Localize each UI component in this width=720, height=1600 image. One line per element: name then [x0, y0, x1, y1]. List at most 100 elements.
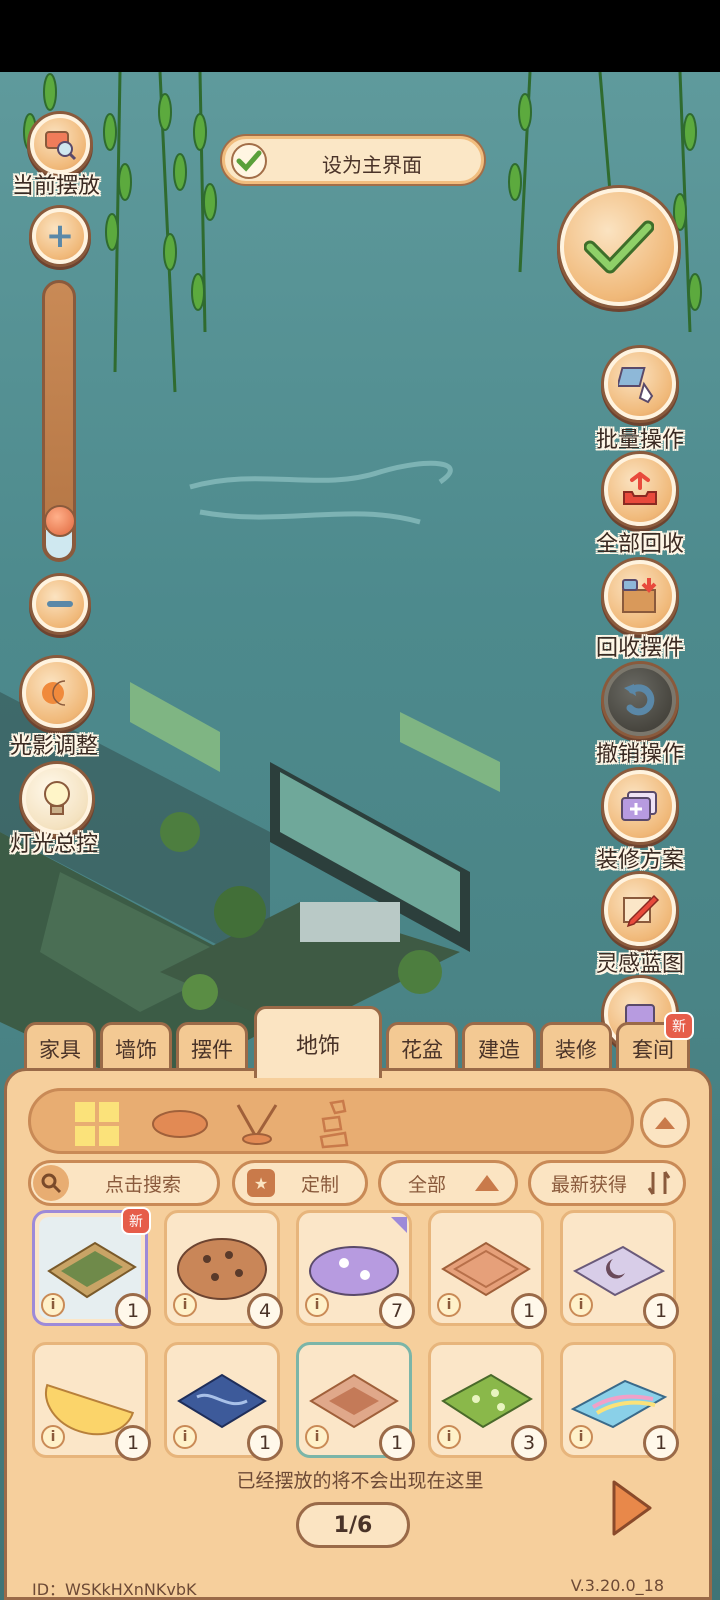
- item-card[interactable]: 新 i 1: [32, 1207, 151, 1329]
- batch-select-icon: [618, 367, 654, 404]
- recycle-all-button[interactable]: [604, 454, 676, 526]
- decoration-plans-label: 装修方案: [596, 848, 685, 873]
- info-icon[interactable]: i: [173, 1425, 197, 1449]
- custom-filter-label: 定制: [300, 1173, 339, 1196]
- rug-category-icon[interactable]: [149, 1099, 211, 1149]
- info-icon[interactable]: i: [437, 1425, 461, 1449]
- recycle-all-label: 全部回收: [596, 532, 685, 557]
- search-icon: [33, 1165, 69, 1201]
- undo-icon: [624, 684, 655, 716]
- item-card[interactable]: i 1: [32, 1342, 151, 1461]
- sort-label: 最新获得: [550, 1173, 627, 1196]
- new-badge: 新: [664, 1012, 694, 1040]
- item-count: 1: [511, 1293, 547, 1329]
- info-icon[interactable]: i: [569, 1293, 593, 1317]
- item-count: 3: [511, 1425, 547, 1461]
- collapse-panel-button[interactable]: [640, 1098, 690, 1148]
- all-filter-label: 全部: [407, 1173, 446, 1196]
- batch-operation-button[interactable]: [604, 348, 676, 420]
- sort-order-icon: [647, 1171, 671, 1195]
- search-input[interactable]: 点击搜索: [28, 1160, 220, 1206]
- new-badge: 新: [121, 1207, 151, 1235]
- undo-label: 撤销操作: [596, 742, 685, 767]
- triangle-up-icon: [655, 1117, 675, 1129]
- plus-icon: +: [45, 216, 75, 256]
- player-id: ID：WSKkHXnNKvbK: [32, 1580, 197, 1599]
- tab-flowerpots[interactable]: 花盆: [386, 1022, 458, 1072]
- checkmark-icon: [584, 220, 654, 274]
- item-count: 1: [643, 1425, 679, 1461]
- info-icon[interactable]: i: [437, 1293, 461, 1317]
- version-label: V.3.20.0_18: [570, 1576, 664, 1595]
- inspiration-blueprint-label: 灵感蓝图: [596, 952, 685, 977]
- item-card[interactable]: i 1: [164, 1342, 283, 1461]
- all-filter-dropdown[interactable]: 全部: [378, 1160, 518, 1206]
- light-shadow-button[interactable]: [22, 658, 92, 728]
- item-card[interactable]: i 1: [560, 1210, 679, 1329]
- next-arrow-icon: [612, 1480, 652, 1536]
- subcategory-bar: [28, 1088, 634, 1154]
- all-grid-icon[interactable]: [69, 1099, 125, 1149]
- item-card[interactable]: i 7: [296, 1210, 415, 1329]
- custom-filter-button[interactable]: ★ 定制: [232, 1160, 368, 1206]
- current-placement-label: 当前摆放: [12, 174, 101, 199]
- tab-decoration[interactable]: 装修: [540, 1022, 612, 1072]
- item-count: 1: [115, 1293, 151, 1329]
- item-count: 1: [115, 1425, 151, 1461]
- category-tabs: 家具 墙饰 摆件 地饰 花盆 建造 装修 套间 新: [0, 1006, 720, 1078]
- info-icon[interactable]: i: [305, 1425, 329, 1449]
- item-count: 1: [379, 1425, 415, 1461]
- inspiration-blueprint-button[interactable]: [604, 874, 676, 946]
- confirm-button[interactable]: [560, 188, 678, 306]
- light-master-label: 灯光总控: [10, 832, 99, 857]
- tab-furniture[interactable]: 家具: [24, 1022, 96, 1072]
- batch-operation-label: 批量操作: [596, 428, 685, 453]
- tab-floor-decor[interactable]: 地饰: [254, 1006, 382, 1078]
- layers-search-icon: [45, 131, 77, 161]
- item-count: 1: [643, 1293, 679, 1329]
- blueprint-pencil-icon: [623, 894, 660, 928]
- undo-button[interactable]: [604, 664, 676, 736]
- info-icon[interactable]: i: [41, 1425, 65, 1449]
- tab-ornaments[interactable]: 摆件: [176, 1022, 248, 1072]
- triangle-up-icon: [475, 1175, 499, 1191]
- item-card[interactable]: i 3: [428, 1342, 547, 1461]
- box-recycle-icon: [622, 578, 657, 613]
- item-count: 1: [247, 1425, 283, 1461]
- tab-wall-decor[interactable]: 墙饰: [100, 1022, 172, 1072]
- item-card[interactable]: i 1: [428, 1210, 547, 1329]
- recycle-items-button[interactable]: [604, 560, 676, 632]
- info-icon[interactable]: i: [305, 1293, 329, 1317]
- set-as-main-label: 设为主界面: [322, 153, 422, 177]
- zoom-slider-handle[interactable]: [44, 505, 76, 537]
- next-page-button[interactable]: [608, 1476, 656, 1544]
- zoom-out-button[interactable]: [32, 576, 88, 632]
- tab-build[interactable]: 建造: [462, 1022, 536, 1072]
- item-card[interactable]: i 1: [560, 1342, 679, 1461]
- info-icon[interactable]: i: [569, 1425, 593, 1449]
- item-count: 4: [247, 1293, 283, 1329]
- stones-category-icon[interactable]: [309, 1099, 365, 1149]
- minus-icon: [47, 601, 73, 607]
- status-bar: [0, 0, 720, 72]
- light-master-button[interactable]: [22, 764, 92, 834]
- floor-lamp-category-icon[interactable]: [229, 1099, 285, 1149]
- sort-dropdown[interactable]: 最新获得: [528, 1160, 686, 1206]
- page-indicator: 1/6: [296, 1502, 410, 1548]
- lightbulb-icon: [44, 781, 70, 815]
- tray-return-icon: [623, 472, 657, 505]
- info-icon[interactable]: i: [41, 1293, 65, 1317]
- info-icon[interactable]: i: [173, 1293, 197, 1317]
- item-card[interactable]: i 1: [296, 1342, 415, 1461]
- zoom-in-button[interactable]: +: [32, 208, 88, 264]
- sun-moon-icon: [42, 680, 66, 706]
- light-shadow-label: 光影调整: [10, 734, 99, 759]
- search-placeholder: 点击搜索: [104, 1173, 181, 1196]
- custom-badge-icon: ★: [247, 1169, 275, 1197]
- item-card[interactable]: i 4: [164, 1210, 283, 1329]
- add-plan-icon: [621, 791, 657, 821]
- item-count: 7: [379, 1293, 415, 1329]
- current-placement-button[interactable]: [30, 114, 90, 174]
- decoration-plans-button[interactable]: [604, 770, 676, 842]
- set-as-main-button[interactable]: 设为主界面: [222, 136, 484, 184]
